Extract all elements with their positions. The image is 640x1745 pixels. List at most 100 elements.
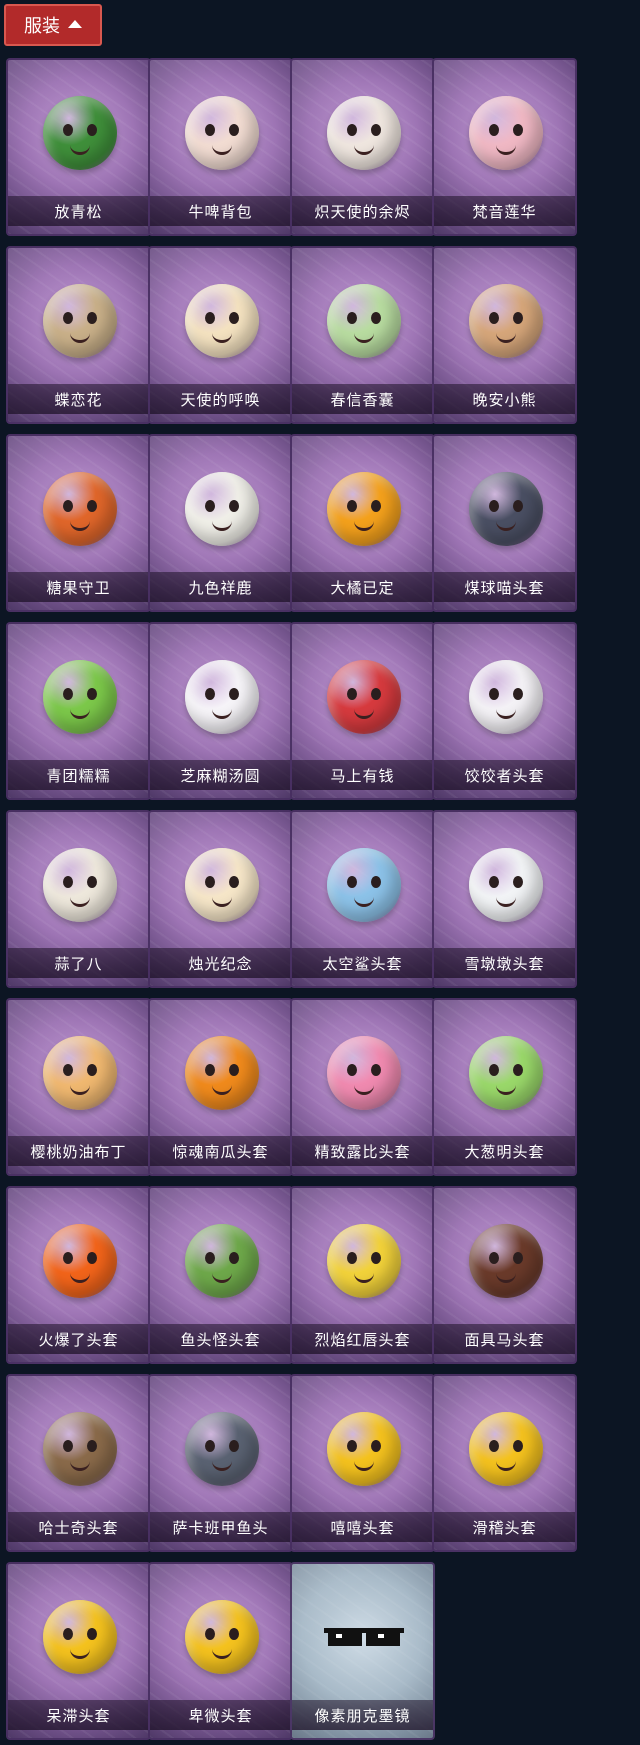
item-card[interactable]: 饺饺者头套	[432, 622, 577, 800]
item-figure	[327, 660, 401, 734]
item-card[interactable]: 放青松	[6, 58, 151, 236]
green-sachet-icon	[324, 268, 404, 374]
item-card[interactable]: 面具马头套	[432, 1186, 577, 1364]
item-label-bar: 青团糯糯	[8, 760, 149, 790]
item-card[interactable]: 火爆了头套	[6, 1186, 151, 1364]
item-name: 呆滞头套	[46, 1706, 111, 1725]
item-figure	[185, 472, 259, 546]
stunned-emoji-head-icon	[40, 1584, 120, 1690]
item-figure	[185, 1036, 259, 1110]
item-label-bar: 九色祥鹿	[150, 572, 291, 602]
costume-tab-button[interactable]: 服装	[4, 4, 102, 46]
item-figure	[43, 660, 117, 734]
cat-head-icon	[466, 456, 546, 562]
item-label-bar: 饺饺者头套	[434, 760, 575, 790]
item-name: 糖果守卫	[46, 578, 111, 597]
item-figure	[469, 1036, 543, 1110]
item-label-bar: 烈焰红唇头套	[292, 1324, 433, 1354]
item-figure	[185, 96, 259, 170]
item-figure	[327, 96, 401, 170]
chevron-up-icon	[68, 20, 82, 28]
white-deer-icon	[182, 456, 262, 562]
item-card[interactable]: 煤球喵头套	[432, 434, 577, 612]
orange-slice-icon	[324, 456, 404, 562]
item-figure	[469, 1224, 543, 1298]
item-card[interactable]: 九色祥鹿	[148, 434, 293, 612]
item-label-bar: 糖果守卫	[8, 572, 149, 602]
grin-emoji-head-icon	[324, 1396, 404, 1502]
item-label-bar: 惊魂南瓜头套	[150, 1136, 291, 1166]
item-card[interactable]: 烛光纪念	[148, 810, 293, 988]
sacabambaspis-head-icon	[182, 1396, 262, 1502]
item-card[interactable]: 天使的呼唤	[148, 246, 293, 424]
item-figure	[469, 848, 543, 922]
item-card[interactable]: 大橘已定	[290, 434, 435, 612]
wardrobe-panel: 服装 放青松 牛啤背包 炽天使的余烬 梵音莲华蝶恋花 天使的呼唤 春信香囊 晚安小熊糖果守卫…	[0, 0, 640, 1745]
item-label-bar: 大橘已定	[292, 572, 433, 602]
smirk-emoji-head-icon	[466, 1396, 546, 1502]
item-card[interactable]: 牛啤背包	[148, 58, 293, 236]
item-card[interactable]: 蝶恋花	[6, 246, 151, 424]
item-name: 蝶恋花	[54, 390, 103, 409]
item-figure	[43, 1036, 117, 1110]
item-card[interactable]: 烈焰红唇头套	[290, 1186, 435, 1364]
item-name: 晚安小熊	[472, 390, 537, 409]
item-card[interactable]: 鱼头怪头套	[148, 1186, 293, 1364]
item-card[interactable]: 樱桃奶油布丁	[6, 998, 151, 1176]
item-name: 嘻嘻头套	[330, 1518, 395, 1537]
item-figure	[469, 1412, 543, 1486]
item-name: 惊魂南瓜头套	[172, 1142, 269, 1161]
item-name: 烛光纪念	[188, 954, 253, 973]
item-card[interactable]: 卑微头套	[148, 1562, 293, 1740]
pink-beaver-head-icon	[324, 1020, 404, 1126]
item-card[interactable]: 炽天使的余烬	[290, 58, 435, 236]
pudding-head-icon	[40, 1020, 120, 1126]
item-label-bar: 卑微头套	[150, 1700, 291, 1730]
item-card[interactable]: 糖果守卫	[6, 434, 151, 612]
fireball-head-icon	[40, 1208, 120, 1314]
item-label-bar: 牛啤背包	[150, 196, 291, 226]
item-name: 烈焰红唇头套	[314, 1330, 411, 1349]
pine-bonsai-icon	[40, 80, 120, 186]
item-figure	[469, 660, 543, 734]
item-card[interactable]: 滑稽头套	[432, 1374, 577, 1552]
item-label-bar: 蝶恋花	[8, 384, 149, 414]
item-card[interactable]: 蒜了八	[6, 810, 151, 988]
item-figure	[327, 848, 401, 922]
pumpkin-head-icon	[182, 1020, 262, 1126]
item-label-bar: 烛光纪念	[150, 948, 291, 978]
item-card[interactable]: 哈士奇头套	[6, 1374, 151, 1552]
candle-head-icon	[182, 832, 262, 938]
item-card[interactable]: 春信香囊	[290, 246, 435, 424]
item-card[interactable]: 嘻嘻头套	[290, 1374, 435, 1552]
item-name: 面具马头套	[464, 1330, 545, 1349]
item-figure	[43, 472, 117, 546]
item-figure	[327, 472, 401, 546]
item-label-bar: 煤球喵头套	[434, 572, 575, 602]
item-figure	[185, 284, 259, 358]
item-label-bar: 呆滞头套	[8, 1700, 149, 1730]
item-card[interactable]: 精致露比头套	[290, 998, 435, 1176]
pumpkin-scarecrow-icon	[40, 456, 120, 562]
shark-head-icon	[324, 832, 404, 938]
item-card[interactable]: 惊魂南瓜头套	[148, 998, 293, 1176]
item-card[interactable]: 太空鲨头套	[290, 810, 435, 988]
item-card[interactable]: 雪墩墩头套	[432, 810, 577, 988]
item-card[interactable]: 呆滞头套	[6, 1562, 151, 1740]
item-label-bar: 雪墩墩头套	[434, 948, 575, 978]
item-card[interactable]: 青团糯糯	[6, 622, 151, 800]
item-figure	[185, 1224, 259, 1298]
item-card[interactable]: 芝麻糊汤圆	[148, 622, 293, 800]
item-name: 雪墩墩头套	[464, 954, 545, 973]
item-card[interactable]: 梵音莲华	[432, 58, 577, 236]
item-card[interactable]: 大葱明头套	[432, 998, 577, 1176]
item-card[interactable]: 萨卡班甲鱼头	[148, 1374, 293, 1552]
item-figure	[43, 848, 117, 922]
item-label-bar: 梵音莲华	[434, 196, 575, 226]
item-card[interactable]: 马上有钱	[290, 622, 435, 800]
item-label-bar: 鱼头怪头套	[150, 1324, 291, 1354]
item-name: 马上有钱	[330, 766, 395, 785]
item-label-bar: 精致露比头套	[292, 1136, 433, 1166]
item-card[interactable]: 晚安小熊	[432, 246, 577, 424]
item-card[interactable]: 像素朋克墨镜	[290, 1562, 435, 1740]
